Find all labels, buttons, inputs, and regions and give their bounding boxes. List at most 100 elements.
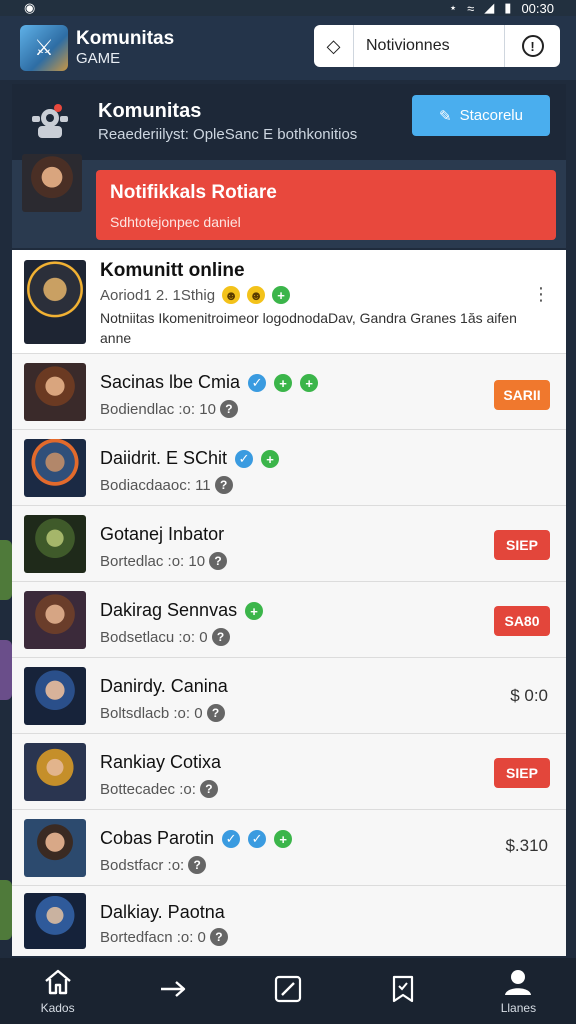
avatar[interactable] bbox=[22, 154, 82, 212]
list-item-meta: Bodstfacr :o:? bbox=[100, 856, 207, 874]
list-item[interactable]: Dakirag Sennvas + Bodsetlacu :o: 0? SA80 bbox=[12, 582, 566, 658]
help-icon: ? bbox=[206, 704, 225, 722]
plus-icon: + bbox=[272, 286, 291, 304]
bottom-nav: Kados Llanes bbox=[0, 958, 576, 1024]
help-icon: ? bbox=[219, 400, 238, 418]
edit-icon bbox=[274, 975, 302, 1003]
plus-icon: + bbox=[261, 450, 280, 469]
verified-icon: ✓ bbox=[222, 830, 241, 849]
alert-title: Notifikkals Rotiare bbox=[110, 182, 277, 203]
avatar bbox=[24, 260, 86, 344]
status-time: 00:30 bbox=[521, 0, 554, 16]
list-item-name: Rankiay Cotixa bbox=[100, 752, 222, 772]
list-item-meta: Bodsetlacu :o: 0? bbox=[100, 628, 230, 646]
list-item[interactable]: Cobas Parotin ✓ ✓ + Bodstfacr :o:? $.310 bbox=[12, 810, 566, 886]
list-item[interactable]: Rankiay Cotixa Bottecadec :o:? SIEP bbox=[12, 734, 566, 810]
avatar bbox=[24, 893, 86, 949]
bluetooth-icon: ⋆ bbox=[449, 0, 458, 15]
list-item[interactable]: Sacinas lbe Cmia ✓ + + Bodiendlac :o: 10… bbox=[12, 354, 566, 430]
edit-icon: ✎ bbox=[439, 107, 452, 125]
notification-alert[interactable]: Notifikkals Rotiare Sdhtotejonpec daniel bbox=[96, 170, 556, 240]
online-post-text: Notniitas Ikomenitroimeor logodnodaDav, … bbox=[100, 310, 517, 346]
notifications-box[interactable]: ◇ Notivionnes ! bbox=[314, 25, 560, 67]
app-subtitle: GAME bbox=[76, 50, 121, 67]
avatar bbox=[24, 819, 86, 877]
list-item[interactable]: Gotanej Inbator Bortedlac :o: 10? SIEP bbox=[12, 506, 566, 582]
plus-icon: + bbox=[274, 374, 293, 393]
help-icon: ? bbox=[214, 476, 233, 494]
list-item[interactable]: Danirdy. Canina Boltsdlacb :o: 0? $ 0:0 bbox=[12, 658, 566, 734]
battery-icon: ▮ bbox=[504, 0, 512, 15]
list-item-name: Dalkiay. Paotna bbox=[100, 902, 225, 922]
nav-label: Kados bbox=[40, 1001, 75, 1015]
alert-subtitle: Sdhtotejonpec daniel bbox=[110, 214, 241, 230]
price-label: $.310 bbox=[505, 836, 548, 855]
list-item-meta: Bodiendlac :o: 10? bbox=[100, 400, 238, 418]
status-badge[interactable]: SA80 bbox=[494, 606, 550, 636]
nav-profile[interactable]: Llanes bbox=[461, 958, 576, 1024]
help-icon: ? bbox=[209, 552, 228, 570]
side-decoration bbox=[0, 880, 12, 940]
list-item-meta: Bodiacdaaoc: 11? bbox=[100, 476, 233, 494]
info-button[interactable]: ! bbox=[504, 25, 560, 67]
app-logo: ⚔ bbox=[20, 25, 68, 71]
community-action-button[interactable]: ✎ Stacorelu bbox=[412, 95, 550, 136]
signal-icon: ◢ bbox=[484, 0, 495, 15]
plus-icon: + bbox=[245, 602, 264, 621]
app-header: ⚔ Komunitas GAME ◇ Notivionnes ! bbox=[0, 16, 576, 80]
list-item[interactable]: Daiidrit. E SChit ✓ + Bodiacdaaoc: 11? bbox=[12, 430, 566, 506]
wifi-icon: ≈ bbox=[467, 0, 475, 16]
list-item-name: Gotanej Inbator bbox=[100, 524, 225, 544]
nav-bookmark[interactable] bbox=[346, 958, 461, 1024]
list-item-name: Danirdy. Canina bbox=[100, 676, 228, 696]
price-label: $ 0:0 bbox=[510, 686, 548, 705]
camera-status-icon: ◉ bbox=[24, 0, 36, 15]
help-icon: ? bbox=[199, 780, 218, 798]
list-item-meta: Boltsdlacb :o: 0? bbox=[100, 704, 225, 722]
community-button-label: Stacorelu bbox=[459, 107, 523, 124]
home-icon bbox=[44, 969, 71, 995]
help-icon: ? bbox=[188, 856, 207, 874]
list-item-meta: Bortedlac :o: 10? bbox=[100, 552, 228, 570]
app-title: Komunitas bbox=[76, 28, 175, 49]
emoji-icon: ☻ bbox=[222, 286, 241, 304]
online-post[interactable]: Komunitt online Aoriod1 2. 1Sthig ☻ ☻ + … bbox=[12, 250, 566, 354]
arrow-icon bbox=[160, 981, 185, 997]
diamond-icon[interactable]: ◇ bbox=[314, 25, 354, 67]
more-icon[interactable]: ⋮ bbox=[532, 284, 550, 305]
avatar bbox=[24, 591, 86, 649]
verified-icon: ✓ bbox=[248, 830, 267, 849]
bookmark-icon bbox=[393, 975, 414, 1003]
online-post-meta-text: Aoriod1 2. 1Sthig bbox=[100, 286, 216, 304]
side-decoration bbox=[0, 540, 12, 600]
community-header: Komunitas Reaederiilyst: OpleSanc E both… bbox=[12, 84, 566, 160]
plus-icon: + bbox=[300, 374, 319, 393]
online-post-meta: Aoriod1 2. 1Sthig ☻ ☻ + bbox=[100, 286, 291, 304]
avatar bbox=[24, 743, 86, 801]
notifications-label[interactable]: Notivionnes bbox=[354, 37, 504, 55]
help-icon: ? bbox=[209, 928, 228, 946]
nav-forward[interactable] bbox=[115, 958, 230, 1024]
profile-icon bbox=[505, 970, 532, 995]
list-item[interactable]: Dalkiay. Paotna Bortedfacn :o: 0? bbox=[12, 886, 566, 956]
nav-edit[interactable] bbox=[230, 958, 345, 1024]
list-item-meta: Bortedfacn :o: 0? bbox=[100, 928, 228, 946]
list-item-name: Cobas Parotin ✓ ✓ + bbox=[100, 828, 293, 849]
avatar bbox=[24, 667, 86, 725]
nav-home[interactable]: Kados bbox=[0, 958, 115, 1024]
list-item-name: Dakirag Sennvas + bbox=[100, 600, 264, 621]
list-item-name: Daiidrit. E SChit ✓ + bbox=[100, 448, 280, 469]
status-badge[interactable]: SIEP bbox=[494, 758, 550, 788]
help-icon: ? bbox=[211, 628, 230, 646]
status-badge[interactable]: SIEP bbox=[494, 530, 550, 560]
avatar bbox=[24, 363, 86, 421]
community-icon bbox=[12, 84, 88, 160]
list-item-meta: Bottecadec :o:? bbox=[100, 780, 218, 798]
avatar bbox=[24, 515, 86, 573]
verified-icon: ✓ bbox=[248, 374, 267, 393]
alert-section: Notifikkals Rotiare Sdhtotejonpec daniel bbox=[12, 154, 566, 248]
list-item-name: Sacinas lbe Cmia ✓ + + bbox=[100, 372, 319, 393]
side-decoration bbox=[0, 640, 12, 700]
info-icon: ! bbox=[521, 35, 544, 57]
status-badge[interactable]: SARII bbox=[494, 380, 550, 410]
